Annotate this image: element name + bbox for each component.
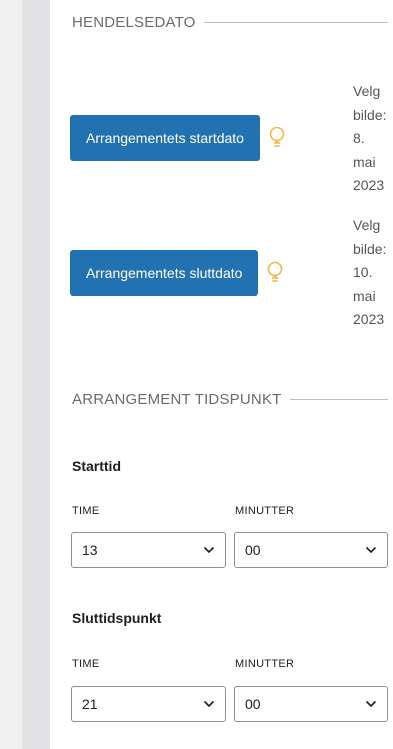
chevron-down-icon bbox=[203, 546, 215, 554]
end-hour-label: TIME bbox=[72, 658, 100, 670]
end-note-line: bilde: bbox=[353, 240, 387, 257]
end-date-note: Velg bilde: 10. mai 2023 bbox=[353, 214, 393, 332]
start-hour-value: 13 bbox=[82, 542, 98, 558]
lightbulb-icon bbox=[268, 261, 283, 282]
event-date-heading-text: HENDELSEDATO bbox=[72, 14, 196, 31]
lightbulb-icon bbox=[269, 126, 285, 147]
end-note-line: Velg bbox=[353, 217, 381, 233]
start-minute-select[interactable]: 00 bbox=[234, 532, 388, 568]
end-time-label: Sluttidspunkt bbox=[72, 610, 162, 626]
start-date-note: Velg bilde: 8. mai 2023 bbox=[353, 80, 393, 198]
start-note-line: bilde: bbox=[353, 106, 387, 123]
chevron-down-icon bbox=[203, 700, 215, 708]
chevron-down-icon bbox=[365, 546, 377, 554]
start-minute-value: 00 bbox=[245, 542, 261, 558]
start-date-button[interactable]: Arrangementets startdato bbox=[70, 115, 260, 161]
end-minute-value: 00 bbox=[245, 696, 261, 712]
left-rail bbox=[0, 0, 22, 749]
end-minute-label: MINUTTER bbox=[235, 658, 295, 670]
end-hour-value: 21 bbox=[82, 696, 98, 712]
event-time-heading-text: ARRANGEMENT TIDSPUNKT bbox=[72, 391, 282, 408]
start-time-label: Starttid bbox=[72, 458, 121, 474]
start-note-line: 8. bbox=[353, 130, 365, 146]
end-date-row: Arrangementets sluttdato bbox=[70, 250, 286, 296]
event-date-heading: HENDELSEDATO bbox=[72, 14, 388, 31]
heading-divider bbox=[289, 399, 388, 400]
heading-divider bbox=[203, 22, 388, 23]
start-hour-label: TIME bbox=[72, 505, 100, 517]
start-hour-select[interactable]: 13 bbox=[71, 532, 226, 568]
end-note-line: 2023 bbox=[353, 311, 385, 327]
end-note-line: 10. bbox=[353, 264, 373, 280]
end-hour-select[interactable]: 21 bbox=[71, 686, 226, 722]
end-note-line: mai bbox=[353, 287, 376, 304]
event-time-heading: ARRANGEMENT TIDSPUNKT bbox=[72, 391, 388, 408]
start-note-line: 2023 bbox=[353, 177, 385, 193]
chevron-down-icon bbox=[365, 700, 377, 708]
end-date-button[interactable]: Arrangementets sluttdato bbox=[70, 250, 259, 296]
start-note-line: mai bbox=[353, 153, 376, 170]
settings-panel bbox=[50, 0, 393, 749]
start-note-line: Velg bbox=[353, 83, 381, 99]
start-date-row: Arrangementets startdato bbox=[70, 115, 288, 161]
start-minute-label: MINUTTER bbox=[235, 505, 295, 517]
left-rail-shade bbox=[22, 0, 50, 749]
end-minute-select[interactable]: 00 bbox=[234, 686, 388, 722]
